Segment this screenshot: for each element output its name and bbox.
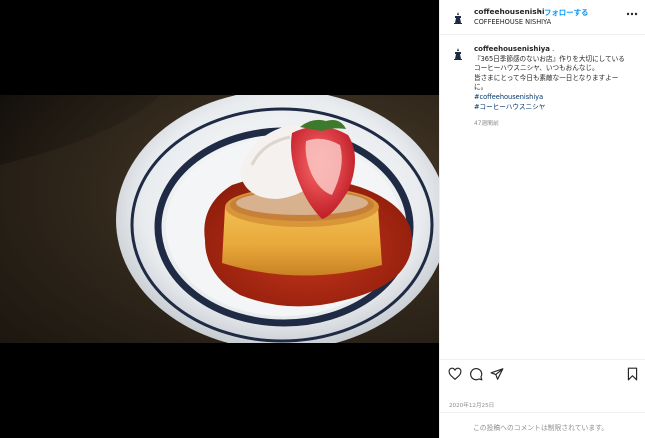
heart-icon[interactable] xyxy=(448,366,462,385)
comments-restricted-bar: この投稿へのコメントは制限されています。 xyxy=(440,412,645,438)
follow-button[interactable]: フォローする xyxy=(544,7,588,18)
comment-icon[interactable] xyxy=(469,366,483,385)
caption-line: コーヒーハウスニシヤ、いつもおんなじ。 xyxy=(474,64,599,73)
coffeehouse-logo-icon xyxy=(454,12,462,24)
caption-avatar[interactable] xyxy=(450,46,466,62)
post-header: coffeehousenishi • フォローする COFFEEHOUSE NI… xyxy=(440,0,645,35)
coffeehouse-logo-icon xyxy=(454,48,462,60)
post-photo[interactable] xyxy=(0,95,439,343)
caption-punct: . xyxy=(550,45,555,53)
caption-text: coffeehousenishiya . 『365日季節感のないお店』作りを大切… xyxy=(474,45,642,112)
hashtag-link[interactable]: #コーヒーハウスニシヤ xyxy=(474,103,642,113)
post-media xyxy=(0,0,439,438)
caption-line: 皆さまにとって今日も素敵な一日となりますよー xyxy=(474,73,619,82)
pudding-photo xyxy=(0,95,439,343)
header-separator: • xyxy=(538,7,543,16)
bookmark-icon[interactable] xyxy=(626,366,639,385)
avatar[interactable] xyxy=(450,10,466,26)
instagram-post-modal: coffeehousenishi • フォローする COFFEEHOUSE NI… xyxy=(0,0,645,438)
post-date[interactable]: 2020年12月25日 xyxy=(449,401,494,409)
caption-time-ago[interactable]: 47週間前 xyxy=(474,118,499,127)
post-sidebar: coffeehousenishi • フォローする COFFEEHOUSE NI… xyxy=(439,0,645,438)
caption-line: に。 xyxy=(474,83,488,92)
location-link[interactable]: COFFEEHOUSE NISHIYA xyxy=(474,18,551,26)
paper-plane-icon[interactable] xyxy=(490,366,504,385)
caption-line: 『365日季節感のないお店』作りを大切にしている xyxy=(474,54,625,63)
caption-username[interactable]: coffeehousenishiya xyxy=(474,45,550,53)
more-horizontal-icon[interactable] xyxy=(626,9,638,19)
comments-restricted-notice: この投稿へのコメントは制限されています。 xyxy=(473,424,609,432)
hashtag-link[interactable]: #coffeehousenishiya xyxy=(474,93,642,103)
action-bar xyxy=(440,359,645,387)
header-username[interactable]: coffeehousenishi xyxy=(474,7,544,16)
